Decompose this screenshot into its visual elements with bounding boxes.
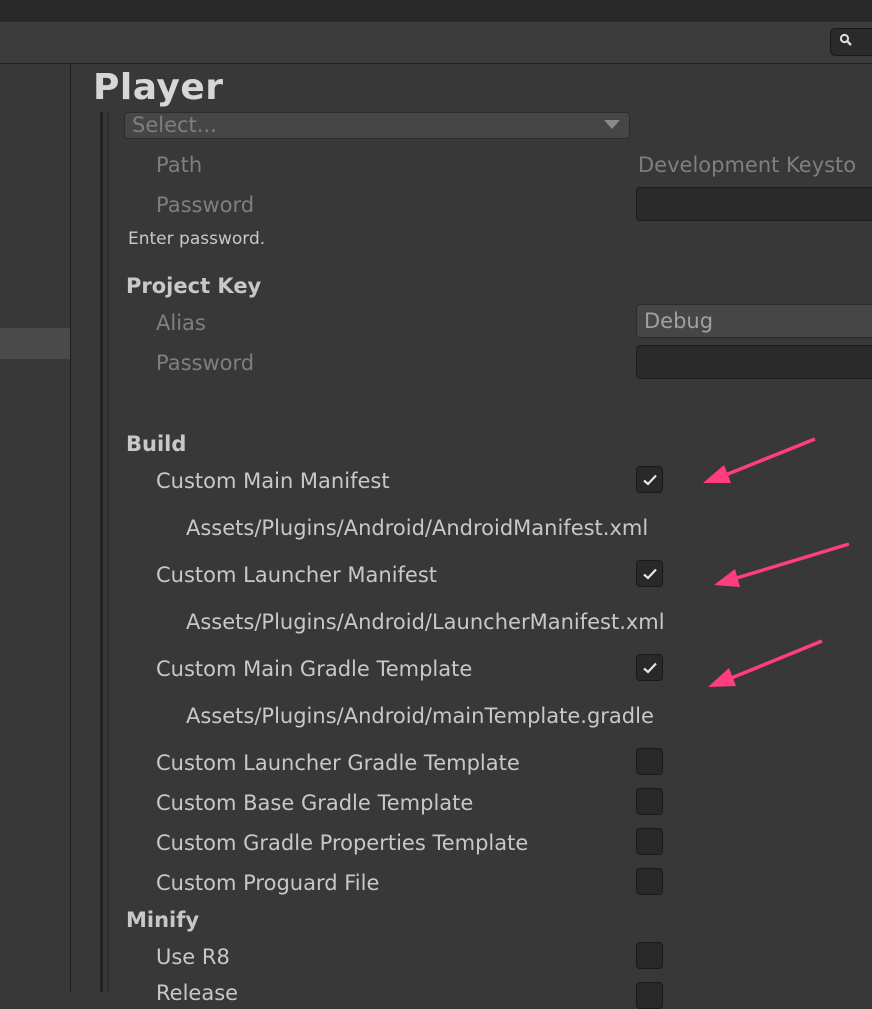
project-key-password-field[interactable]	[636, 345, 872, 379]
custom-launcher-gradle-template-label: Custom Launcher Gradle Template	[156, 751, 520, 775]
selected-category-row[interactable]	[0, 328, 70, 359]
foldout-indent-line-inner	[107, 112, 109, 992]
keystore-password-hint: Enter password.	[128, 229, 266, 249]
custom-base-gradle-template-label: Custom Base Gradle Template	[156, 791, 474, 815]
custom-launcher-manifest-checkbox[interactable]	[636, 560, 663, 587]
foldout-indent-line	[100, 112, 103, 992]
custom-gradle-properties-template-checkbox[interactable]	[636, 828, 663, 855]
custom-main-gradle-template-label: Custom Main Gradle Template	[156, 657, 473, 681]
custom-gradle-properties-template-label: Custom Gradle Properties Template	[156, 831, 529, 855]
minify-heading: Minify	[126, 908, 200, 932]
custom-main-manifest-checkbox[interactable]	[636, 466, 663, 493]
keystore-path-label: Path	[156, 153, 203, 177]
release-label: Release	[156, 981, 239, 1005]
search-button[interactable]	[830, 28, 872, 56]
editor-top-bar	[0, 0, 872, 22]
checkmark-icon	[642, 474, 657, 486]
custom-main-gradle-template-checkbox[interactable]	[636, 654, 663, 681]
alias-label: Alias	[156, 311, 206, 335]
checkmark-icon	[642, 568, 657, 580]
custom-proguard-file-label: Custom Proguard File	[156, 871, 380, 895]
custom-launcher-manifest-path: Assets/Plugins/Android/LauncherManifest.…	[186, 610, 665, 634]
page-title: Player	[93, 67, 224, 108]
keystore-password-field[interactable]	[636, 187, 872, 221]
custom-launcher-manifest-label: Custom Launcher Manifest	[156, 563, 438, 587]
build-heading: Build	[126, 432, 187, 456]
custom-main-gradle-template-path: Assets/Plugins/Android/mainTemplate.grad…	[186, 704, 654, 728]
custom-launcher-gradle-template-checkbox[interactable]	[636, 748, 663, 775]
chevron-down-icon	[604, 120, 620, 129]
custom-base-gradle-template-checkbox[interactable]	[636, 788, 663, 815]
project-key-password-label: Password	[156, 351, 255, 375]
project-key-heading: Project Key	[126, 274, 262, 298]
custom-proguard-file-checkbox[interactable]	[636, 868, 663, 895]
keystore-select-dropdown[interactable]: Select...	[124, 112, 630, 139]
keystore-path-value: Development Keysto	[638, 153, 857, 177]
use-r8-checkbox[interactable]	[636, 942, 663, 969]
checkmark-icon	[642, 662, 657, 674]
alias-dropdown[interactable]: Debug	[636, 304, 872, 338]
settings-category-list	[0, 64, 71, 992]
inspector-toolbar	[0, 22, 872, 64]
custom-main-manifest-path: Assets/Plugins/Android/AndroidManifest.x…	[186, 516, 649, 540]
use-r8-label: Use R8	[156, 945, 230, 969]
keystore-password-label: Password	[156, 193, 255, 217]
search-icon	[839, 33, 853, 51]
custom-main-manifest-label: Custom Main Manifest	[156, 469, 390, 493]
release-checkbox[interactable]	[636, 982, 663, 1009]
